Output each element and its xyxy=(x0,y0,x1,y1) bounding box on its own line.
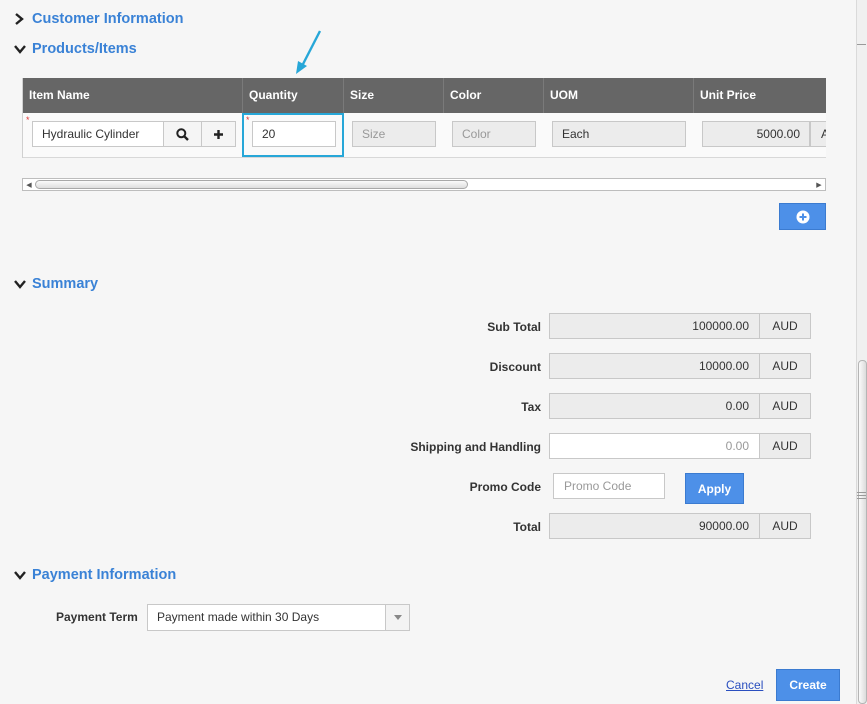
scrollbar-grip xyxy=(857,498,866,499)
unit-price-currency: A xyxy=(810,121,826,147)
required-marker: * xyxy=(26,115,30,125)
item-name-input[interactable]: Hydraulic Cylinder xyxy=(32,121,164,147)
create-order-page: Customer Information Products/Items Item… xyxy=(0,0,867,704)
total-label: Total xyxy=(513,520,541,534)
column-header-unit-price: Unit Price xyxy=(700,88,757,102)
currency-label: AUD xyxy=(760,393,811,419)
chevron-down-icon xyxy=(14,41,32,57)
column-header-quantity: Quantity xyxy=(243,78,344,113)
create-button[interactable]: Create xyxy=(776,669,840,701)
annotation-arrow-icon xyxy=(296,30,322,74)
discount-label: Discount xyxy=(489,360,541,374)
column-header-uom: UOM xyxy=(544,78,694,113)
apply-button[interactable]: Apply xyxy=(685,473,744,504)
add-row-button[interactable] xyxy=(779,203,826,230)
section-title: Payment Information xyxy=(32,567,177,583)
scroll-left-icon[interactable]: ◀ xyxy=(24,180,34,189)
currency-label: AUD xyxy=(760,313,811,339)
unit-price-input[interactable]: 5000.00 xyxy=(702,121,810,147)
section-title: Summary xyxy=(32,276,99,292)
payment-term-label: Payment Term xyxy=(56,610,138,624)
section-payment-information[interactable]: Payment Information xyxy=(14,567,176,583)
chevron-down-icon xyxy=(14,567,32,583)
chevron-down-icon xyxy=(14,276,32,292)
dropdown-arrow-icon[interactable] xyxy=(385,605,409,630)
currency-label: AUD xyxy=(760,353,811,379)
tax-label: Tax xyxy=(521,400,541,414)
quantity-highlight xyxy=(242,113,344,157)
chevron-right-icon xyxy=(14,11,32,27)
item-search-button[interactable] xyxy=(163,121,202,147)
section-title: Products/Items xyxy=(32,41,137,57)
plus-circle-icon xyxy=(796,210,809,223)
section-summary[interactable]: Summary xyxy=(14,276,98,292)
scrollbar-thumb[interactable] xyxy=(35,180,468,189)
column-header-color: Color xyxy=(444,78,544,113)
currency-label: AUD xyxy=(760,513,811,539)
item-add-button[interactable] xyxy=(201,121,236,147)
shipping-label: Shipping and Handling xyxy=(410,440,541,454)
section-customer-information[interactable]: Customer Information xyxy=(14,11,183,27)
scroll-right-icon[interactable]: ▶ xyxy=(814,180,824,189)
size-input[interactable]: Size xyxy=(352,121,436,147)
scrollbar-marker xyxy=(857,44,866,45)
payment-term-select[interactable]: Payment made within 30 Days xyxy=(147,604,410,631)
page-vertical-scrollbar[interactable] xyxy=(856,0,867,704)
section-title: Customer Information xyxy=(32,11,184,27)
uom-input[interactable]: Each xyxy=(552,121,686,147)
subtotal-label: Sub Total xyxy=(487,320,541,334)
promo-code-input[interactable]: Promo Code xyxy=(553,473,665,499)
column-header-item-name: Item Name xyxy=(23,78,243,113)
scrollbar-thumb[interactable] xyxy=(858,360,867,704)
scrollbar-grip xyxy=(857,492,866,493)
scrollbar-grip xyxy=(857,495,866,496)
color-input[interactable]: Color xyxy=(452,121,536,147)
shipping-input[interactable]: 0.00 xyxy=(549,433,760,459)
column-header-size: Size xyxy=(344,78,444,113)
subtotal-field: 100000.00 xyxy=(549,313,760,339)
total-field: 90000.00 xyxy=(549,513,760,539)
search-icon xyxy=(176,127,189,141)
section-products-items[interactable]: Products/Items xyxy=(14,41,137,57)
currency-label: AUD xyxy=(760,433,811,459)
plus-icon xyxy=(214,129,223,139)
tax-field: 0.00 xyxy=(549,393,760,419)
promo-code-label: Promo Code xyxy=(469,480,541,494)
grid-horizontal-scrollbar[interactable]: ◀ ▶ xyxy=(22,178,826,191)
discount-field: 10000.00 xyxy=(549,353,760,379)
payment-term-value: Payment made within 30 Days xyxy=(157,610,320,624)
grid-header: Item Name Quantity Size Color UOM Unit P… xyxy=(23,78,826,113)
cancel-link[interactable]: Cancel xyxy=(726,678,763,692)
